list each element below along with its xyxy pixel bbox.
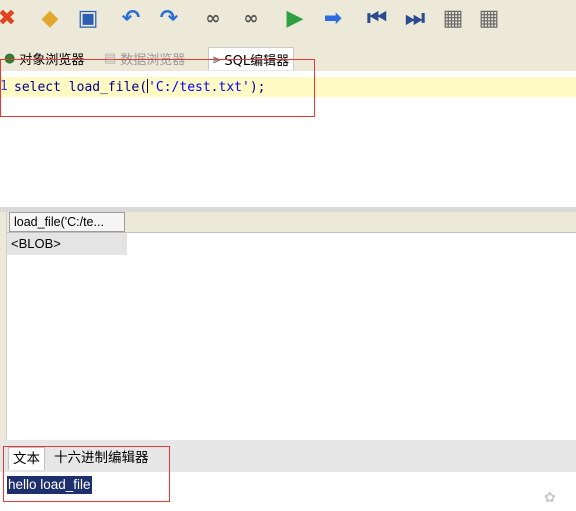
result-cell[interactable]: <BLOB> [7, 233, 127, 255]
close-icon[interactable]: ✖ [0, 6, 20, 32]
results-grid[interactable]: load_file('C:/te... <BLOB> [6, 212, 576, 440]
toolbar: ✖ ◆ ▣ ↶ ↷ ∞ ∞ ▶ ➡ ⏮ ⏭ ▦ ▦ [0, 0, 576, 40]
undo-icon[interactable]: ↶ [118, 6, 144, 32]
annotation-box-result [3, 446, 170, 502]
find-icon[interactable]: ∞ [200, 6, 226, 32]
last-icon[interactable]: ⏭ [402, 6, 428, 32]
redo-icon[interactable]: ↷ [156, 6, 182, 32]
add-row-icon[interactable]: ▦ [440, 6, 466, 32]
open-icon[interactable]: ◆ [37, 6, 63, 32]
find-replace-icon[interactable]: ∞ [238, 6, 264, 32]
watermark-icon: ✿ [544, 490, 556, 506]
delete-row-icon[interactable]: ▦ [476, 6, 502, 32]
run-selection-icon[interactable]: ➡ [320, 6, 346, 32]
annotation-box-query [0, 59, 315, 117]
save-icon[interactable]: ▣ [75, 6, 101, 32]
first-icon[interactable]: ⏮ [364, 6, 390, 32]
grid-header: load_file('C:/te... [7, 212, 576, 233]
column-header[interactable]: load_file('C:/te... [9, 212, 125, 232]
run-icon[interactable]: ▶ [282, 6, 308, 32]
